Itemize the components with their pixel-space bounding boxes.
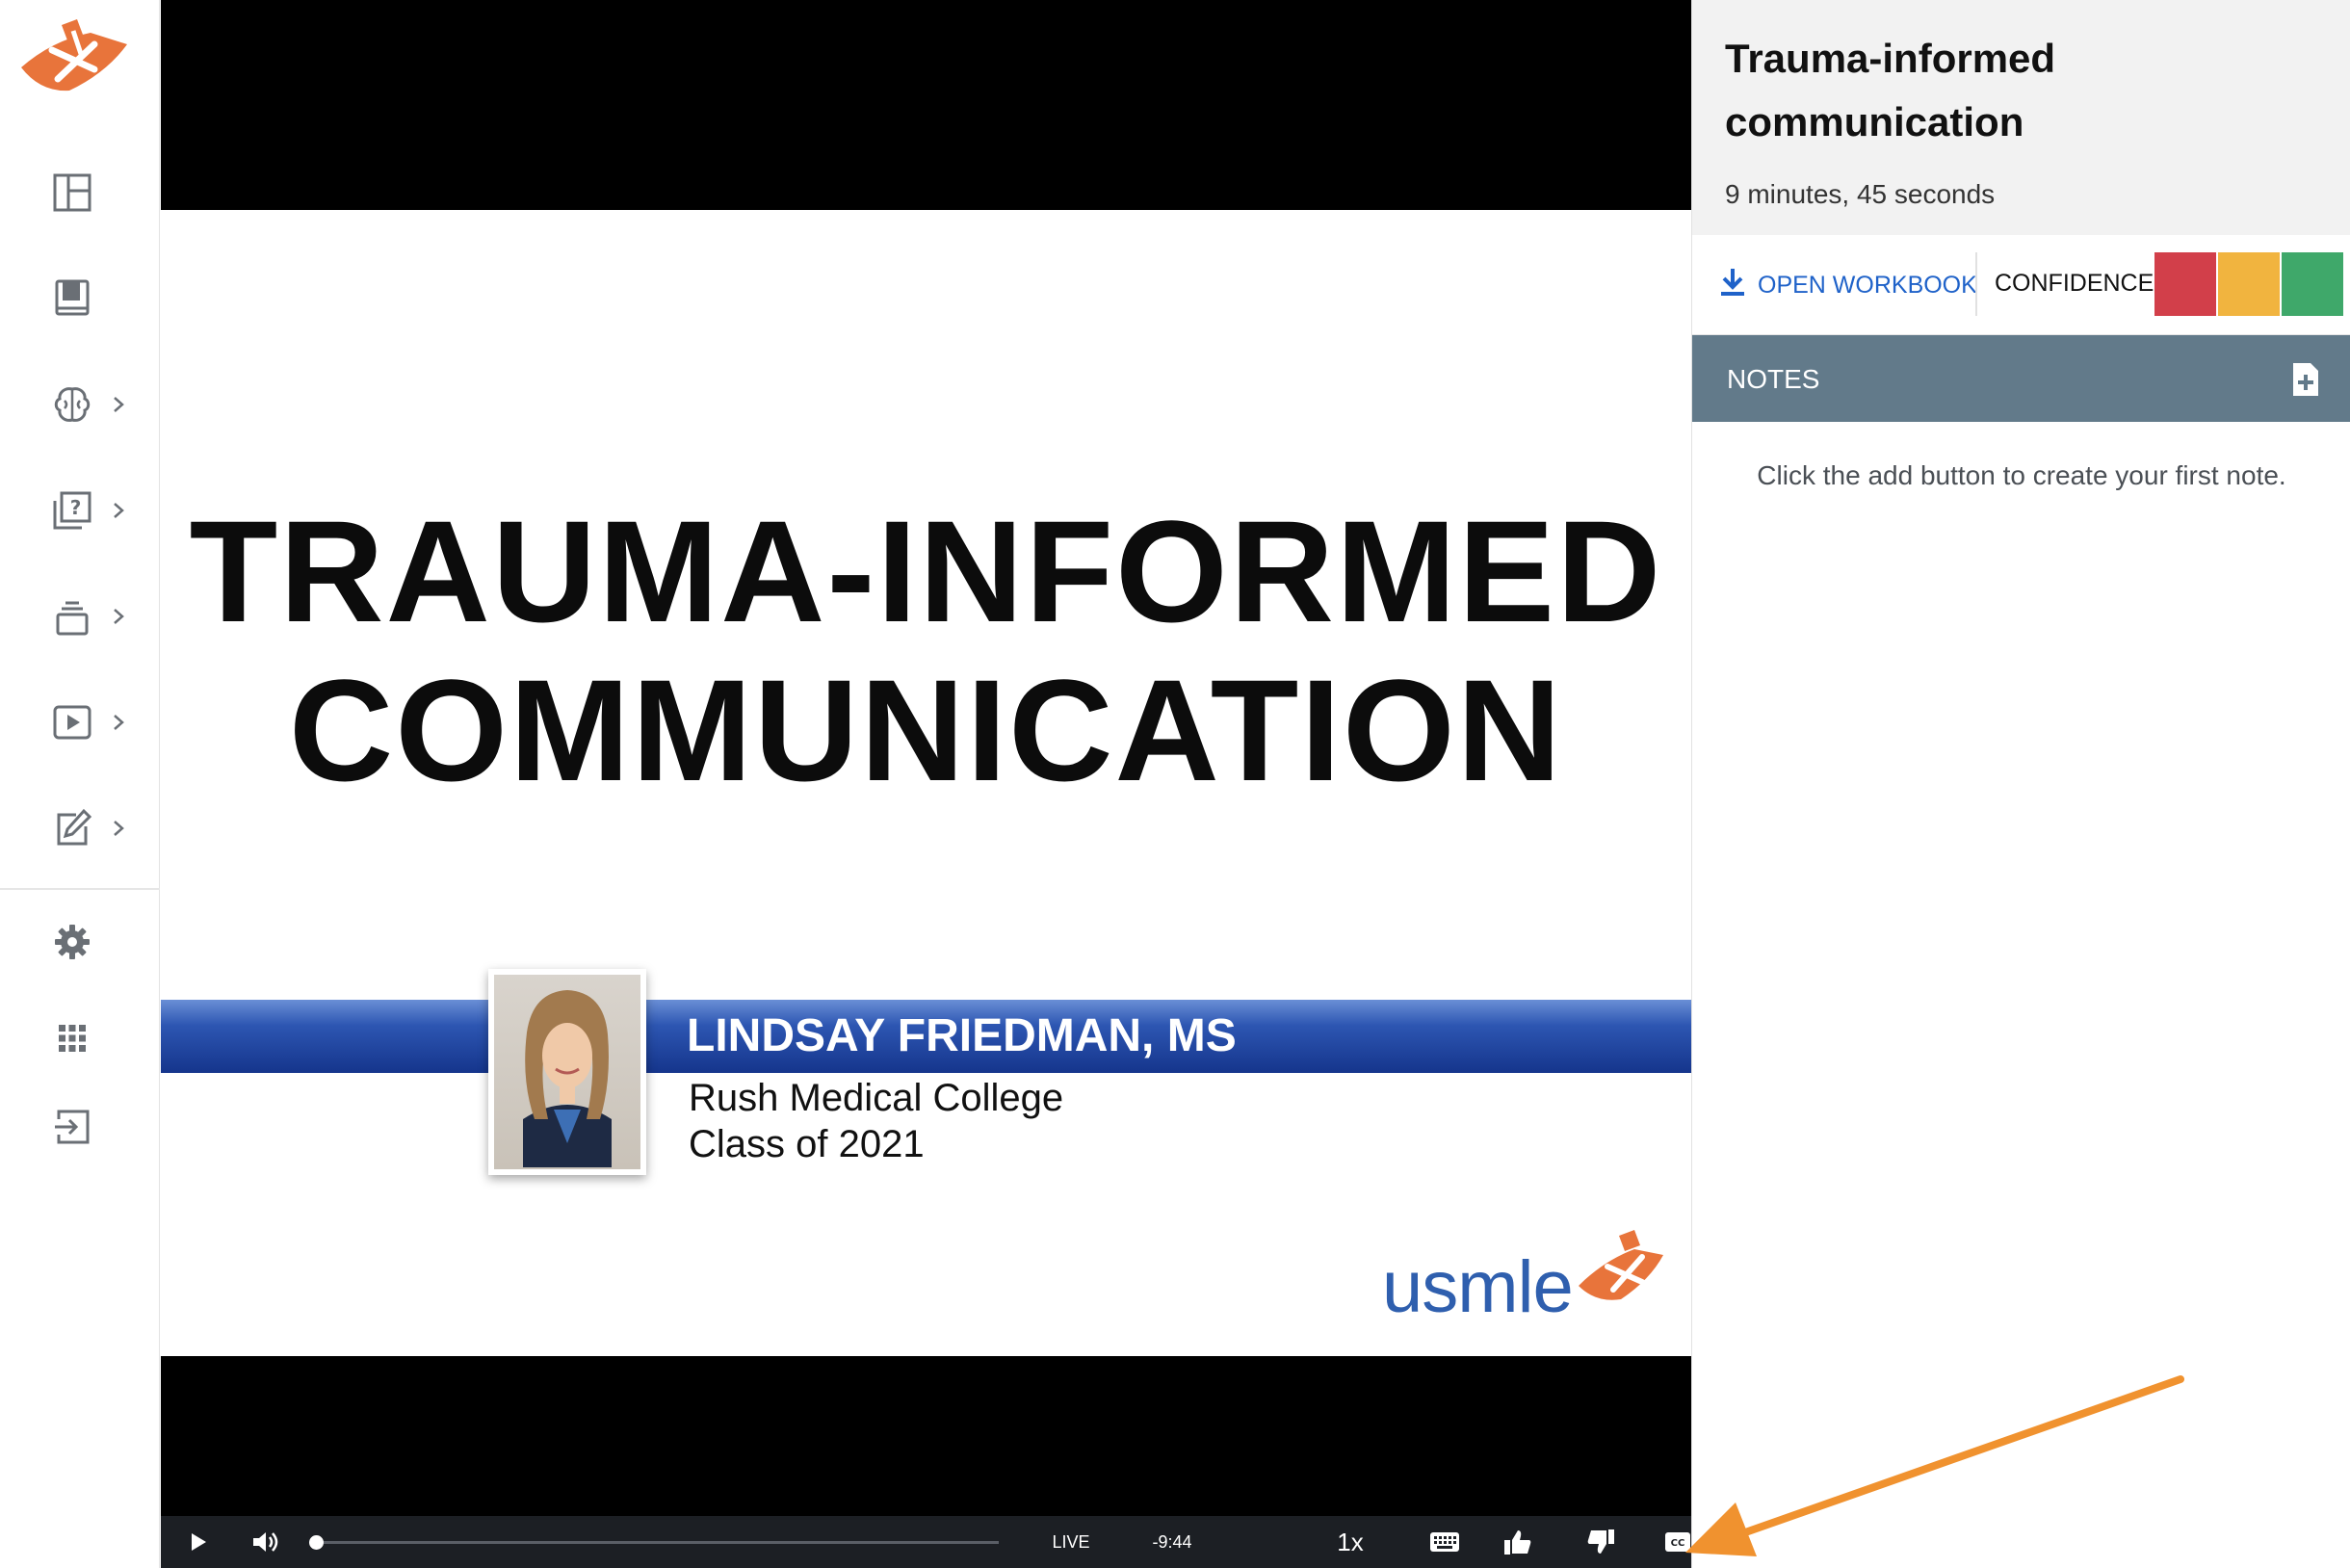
time-remaining: -9:44 <box>1124 1516 1220 1568</box>
sidebar-item-brain[interactable] <box>0 366 160 443</box>
apps-grid-icon <box>48 1014 96 1062</box>
progress-knob[interactable] <box>309 1535 324 1550</box>
speaker-photo <box>488 969 646 1175</box>
confidence-low-button[interactable] <box>2154 252 2216 316</box>
playback-rate-button[interactable]: 1x <box>1317 1516 1384 1568</box>
lesson-actions: OPEN WORKBOOK CONFIDENCE <box>1692 235 2350 335</box>
lesson-panel: Trauma-informed communication 9 minutes,… <box>1691 0 2350 1568</box>
app-root: ? TRAUMA-INFORMED COMMUNICATION LINDSAY … <box>0 0 2350 1568</box>
thumbs-up-button[interactable] <box>1484 1516 1552 1568</box>
sidebar-item-notes[interactable] <box>0 790 160 867</box>
logout-icon <box>48 1103 96 1151</box>
open-workbook-label: OPEN WORKBOOK <box>1758 271 1977 299</box>
sidebar-item-dashboard[interactable] <box>0 154 160 231</box>
slide-title-line1: TRAUMA-INFORMED <box>189 490 1663 652</box>
sidebar-item-logout[interactable] <box>0 1088 160 1165</box>
lesson-title: Trauma-informed communication <box>1725 36 2056 144</box>
question-bank-icon: ? <box>48 486 96 535</box>
svg-text:?: ? <box>70 496 82 519</box>
download-icon <box>1719 267 1746 304</box>
sidebar-item-flashcards[interactable] <box>0 578 160 655</box>
open-workbook-button[interactable]: OPEN WORKBOOK <box>1719 264 1977 306</box>
lesson-header: Trauma-informed communication 9 minutes,… <box>1692 0 2350 235</box>
playback-rate-label: 1x <box>1337 1527 1364 1556</box>
edit-icon <box>48 804 96 852</box>
sidebar-item-qbank[interactable]: ? <box>0 472 160 549</box>
flashcards-icon <box>48 592 96 640</box>
book-icon <box>48 274 96 323</box>
dashboard-icon <box>48 169 96 217</box>
notes-label: NOTES <box>1727 364 1820 394</box>
svg-text:CC: CC <box>1671 1538 1685 1549</box>
brand-logo[interactable] <box>13 12 139 98</box>
chevron-right-icon <box>108 394 129 415</box>
speaker-class: Class of 2021 <box>689 1123 925 1165</box>
speaker-name: LINDSAY FRIEDMAN, MS <box>687 1010 1237 1061</box>
live-label: LIVE <box>1052 1531 1090 1552</box>
slide-title-line2: COMMUNICATION <box>288 649 1564 811</box>
usmle-brand: usmle <box>1382 1226 1671 1332</box>
progress-bar[interactable] <box>309 1535 999 1550</box>
live-button[interactable]: LIVE <box>1028 1516 1114 1568</box>
sidebar-item-videos[interactable] <box>0 684 160 761</box>
speaker-affiliation: Rush Medical College <box>689 1077 1064 1119</box>
chevron-right-icon <box>108 818 129 839</box>
add-note-icon <box>2293 363 2318 396</box>
video-icon <box>48 698 96 746</box>
sidebar-item-book[interactable] <box>0 260 160 337</box>
notes-empty-message: Click the add button to create your firs… <box>1757 460 2286 490</box>
confidence-medium-button[interactable] <box>2218 252 2280 316</box>
thumbs-down-button[interactable] <box>1567 1516 1634 1568</box>
chevron-right-icon <box>108 712 129 733</box>
confidence-high-button[interactable] <box>2282 252 2343 316</box>
notes-header: NOTES <box>1692 335 2350 422</box>
brand-text: usmle <box>1382 1246 1574 1328</box>
sidebar-item-settings[interactable] <box>0 903 160 980</box>
add-note-button[interactable] <box>2289 360 2322 399</box>
sidebar: ? <box>0 0 160 1568</box>
volume-button[interactable] <box>240 1516 292 1568</box>
brain-icon <box>48 380 96 429</box>
sidebar-item-apps[interactable] <box>0 1000 160 1077</box>
chevron-right-icon <box>108 500 129 521</box>
gear-icon <box>48 918 96 966</box>
time-remaining-label: -9:44 <box>1152 1531 1192 1552</box>
lesson-duration: 9 minutes, 45 seconds <box>1725 179 1996 209</box>
keyboard-shortcuts-button[interactable] <box>1411 1516 1478 1568</box>
chevron-right-icon <box>108 606 129 627</box>
sidebar-divider <box>0 888 160 890</box>
video-frame[interactable]: TRAUMA-INFORMED COMMUNICATION LINDSAY FR… <box>161 210 1691 1356</box>
play-button[interactable] <box>174 1516 222 1568</box>
video-controls: LIVE -9:44 1x CC <box>161 1516 1825 1568</box>
action-divider <box>1975 252 1977 316</box>
confidence-label: CONFIDENCE <box>1995 270 2154 297</box>
video-player[interactable]: TRAUMA-INFORMED COMMUNICATION LINDSAY FR… <box>161 0 1825 1568</box>
